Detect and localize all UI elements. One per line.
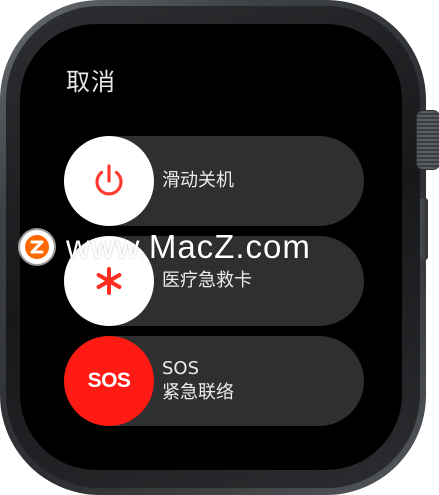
power-off-slider[interactable]: 滑动关机 <box>64 136 364 226</box>
power-off-knob[interactable] <box>64 136 154 226</box>
macz-logo-icon <box>25 235 49 259</box>
watermark: www.MacZ.com <box>20 225 311 269</box>
digital-crown[interactable] <box>416 110 439 170</box>
power-icon <box>95 164 123 196</box>
watermark-text: www.MacZ.com <box>66 228 311 265</box>
sos-slider[interactable]: SOS SOS 紧急联络 <box>64 336 364 426</box>
sos-label-title: SOS <box>162 358 200 379</box>
cancel-button[interactable]: 取消 <box>66 62 116 97</box>
sos-badge: SOS <box>87 369 131 392</box>
medical-asterisk-icon <box>96 267 122 295</box>
medical-id-label: 医疗急救卡 <box>162 270 252 291</box>
side-button[interactable] <box>420 198 428 260</box>
sos-label-subtitle: 紧急联络 <box>162 382 234 403</box>
sos-knob[interactable]: SOS <box>64 336 154 426</box>
power-off-label: 滑动关机 <box>162 170 234 191</box>
watermark-logo <box>20 230 54 264</box>
